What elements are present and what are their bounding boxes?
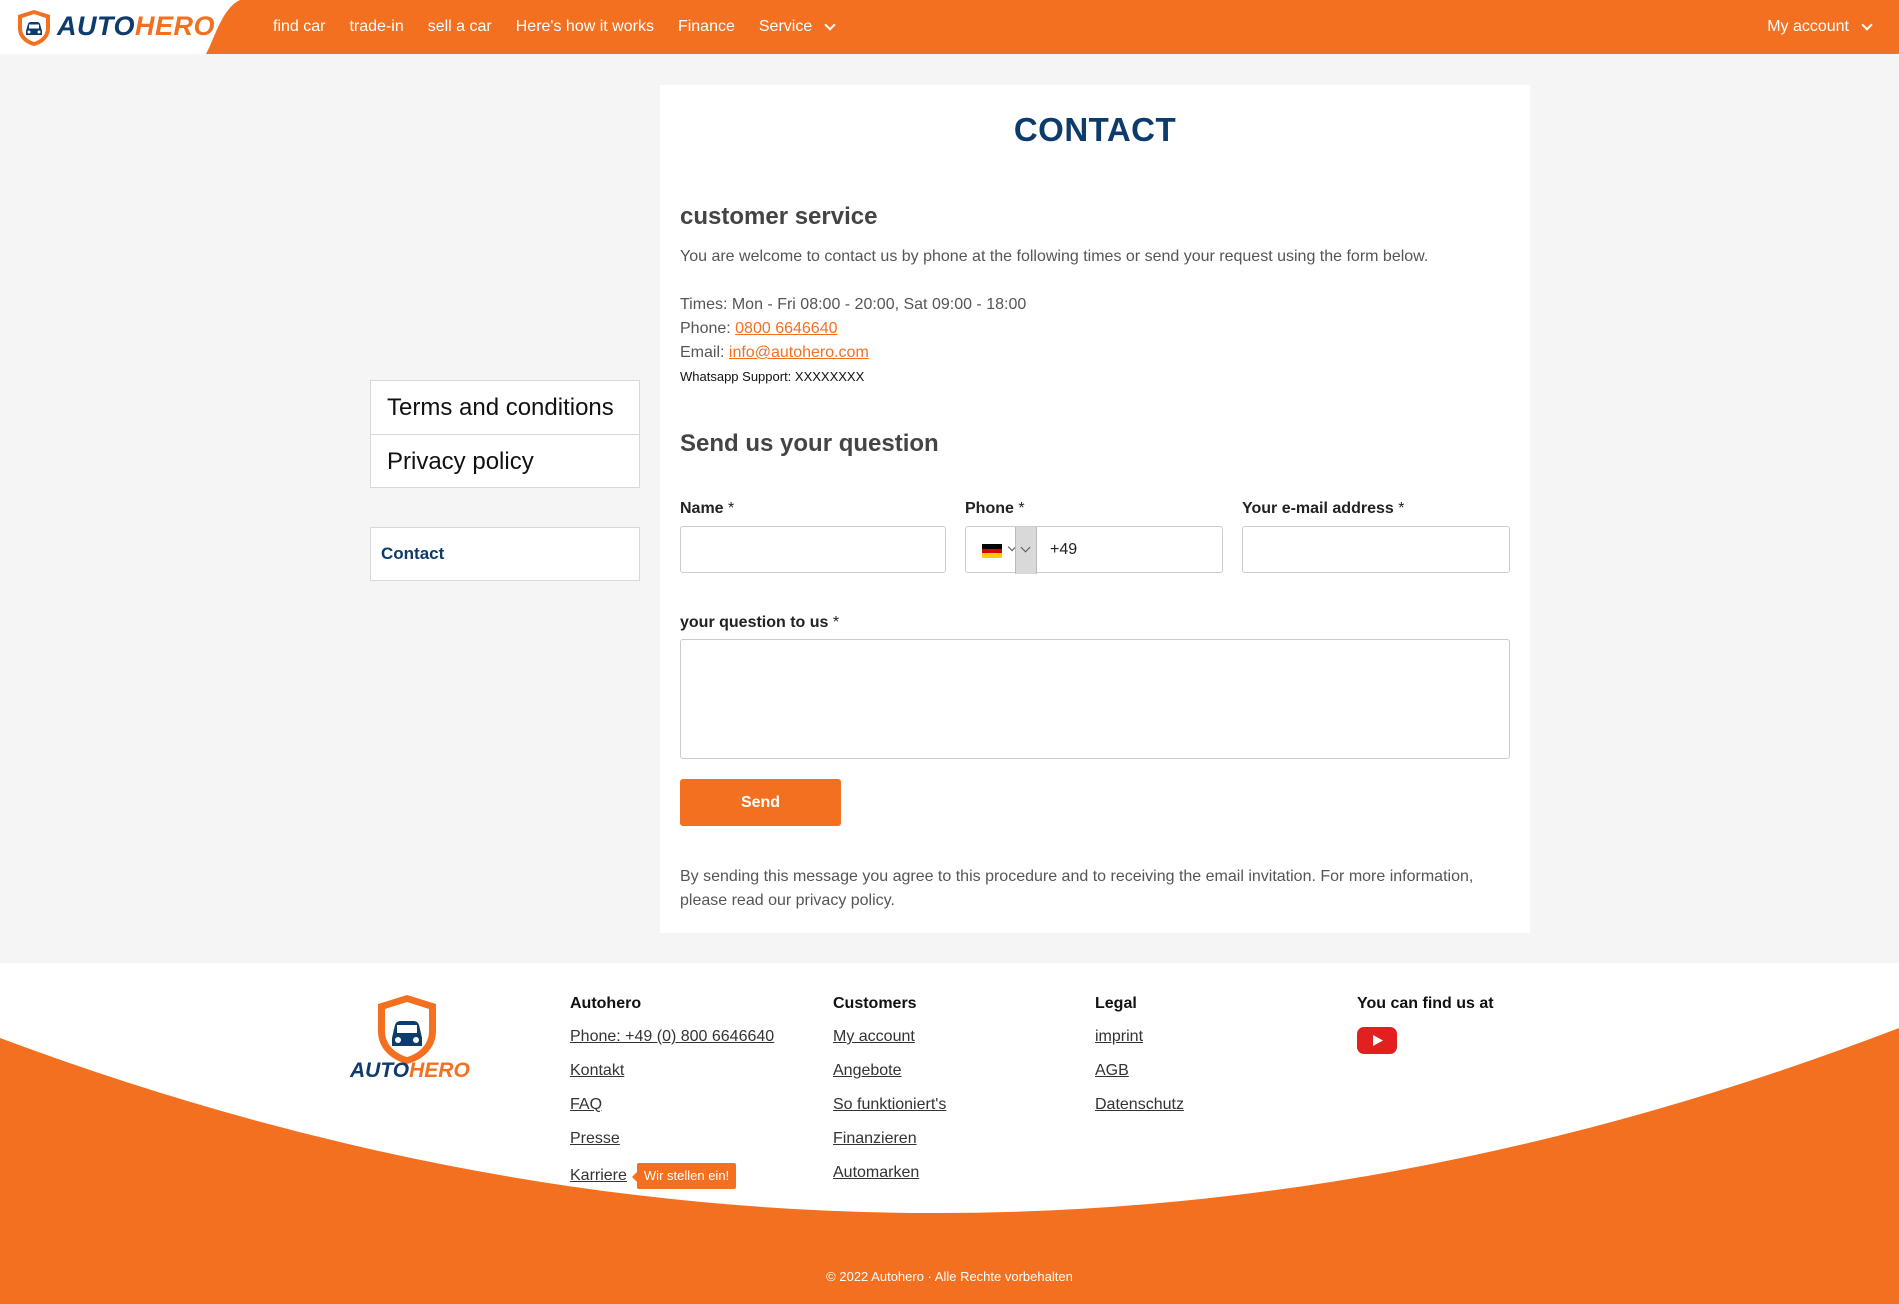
question-textarea[interactable] [680, 639, 1510, 759]
footer-link-faq[interactable]: FAQ [570, 1095, 774, 1115]
youtube-icon[interactable] [1357, 1027, 1397, 1054]
footer-link-presse[interactable]: Presse [570, 1129, 774, 1149]
contact-card: CONTACT customer service You are welcome… [660, 85, 1530, 933]
footer-brand-part1: AUTO [350, 1059, 410, 1082]
email-label: Your e-mail address * [1242, 500, 1404, 518]
footer-link-imprint[interactable]: imprint [1095, 1027, 1184, 1047]
nav-service-dropdown[interactable]: Service [758, 18, 836, 36]
my-account-label: My account [1767, 18, 1849, 35]
nav-service-label: Service [758, 18, 813, 35]
required-mark: * [1018, 500, 1025, 517]
brand-logo[interactable]: AUTOHERO [0, 0, 240, 54]
footer-col-social: You can find us at [1357, 995, 1494, 1054]
contact-nav-link[interactable]: Contact [371, 528, 639, 580]
footer-heading-customers: Customers [833, 995, 917, 1012]
email-prefix: Email: [680, 344, 729, 361]
service-times: Times: Mon - Fri 08:00 - 20:00, Sat 09:0… [680, 296, 1027, 313]
hiring-badge[interactable]: Wir stellen ein! [631, 1163, 737, 1189]
footer-link-agb[interactable]: AGB [1095, 1061, 1184, 1081]
email-link[interactable]: info@autohero.com [729, 344, 869, 361]
form-heading: Send us your question [680, 430, 939, 457]
customer-service-heading: customer service [680, 203, 878, 230]
phone-prefix: Phone: [680, 320, 736, 337]
copyright-text: © 2022 Autohero · Alle Rechte vorbehalte… [826, 1269, 1073, 1284]
top-navigation-bar: AUTOHERO find car trade-in sell a car He… [0, 0, 1899, 54]
footer-heading-legal: Legal [1095, 995, 1137, 1012]
name-label-text: Name [680, 500, 724, 517]
footer-link-karriere[interactable]: Karriere [570, 1166, 627, 1186]
country-code-dropdown[interactable] [1015, 527, 1037, 574]
chevron-down-icon [1861, 19, 1873, 31]
phone-line: Phone: 0800 6646640 [680, 320, 837, 338]
footer-link-automarken[interactable]: Automarken [833, 1163, 946, 1183]
my-account-dropdown[interactable]: My account [1767, 0, 1873, 54]
brand-wordmark: AUTOHERO [57, 10, 215, 42]
email-field[interactable] [1242, 526, 1510, 573]
phone-field[interactable] [1038, 527, 1222, 572]
legal-links-box: Terms and conditions Privacy policy [370, 380, 640, 488]
footer-col-customers: Customers My account Angebote So funktio… [833, 995, 946, 1197]
phone-label-text: Phone [965, 500, 1014, 517]
nav-finance[interactable]: Finance [678, 18, 735, 36]
footer-career-row: Karriere Wir stellen ein! [570, 1163, 774, 1189]
footer-link-phone[interactable]: Phone: +49 (0) 800 6646640 [570, 1027, 774, 1047]
intro-text: You are welcome to contact us by phone a… [680, 248, 1429, 265]
footer-brand-part2: HERO [409, 1059, 470, 1082]
nav-trade-in[interactable]: trade-in [349, 18, 403, 36]
footer-heading-autohero: Autohero [570, 995, 642, 1012]
footer-heading-social: You can find us at [1357, 995, 1494, 1012]
footer: AUTOHERO Autohero Phone: +49 (0) 800 664… [0, 963, 1899, 1304]
whatsapp-support: Whatsapp Support: XXXXXXXX [680, 369, 865, 384]
phone-label: Phone * [965, 500, 1025, 518]
car-shield-icon [18, 10, 50, 46]
footer-link-kontakt[interactable]: Kontakt [570, 1061, 774, 1081]
footer-link-datenschutz[interactable]: Datenschutz [1095, 1095, 1184, 1115]
name-field[interactable] [680, 526, 946, 573]
name-label: Name * [680, 500, 734, 518]
send-button[interactable]: Send [680, 779, 841, 826]
email-line: Email: info@autohero.com [680, 344, 869, 362]
footer-link-angebote[interactable]: Angebote [833, 1061, 946, 1081]
required-mark: * [728, 500, 735, 517]
footer-col-autohero: Autohero Phone: +49 (0) 800 6646640 Kont… [570, 995, 774, 1189]
brand-wordmark-part2: HERO [135, 11, 216, 41]
question-label: your question to us * [680, 614, 839, 632]
phone-field-group [965, 526, 1223, 574]
nav-sell-a-car[interactable]: sell a car [428, 18, 492, 36]
page-title: CONTACT [1013, 111, 1177, 148]
privacy-policy-link[interactable]: Privacy policy [371, 434, 639, 487]
brand-wordmark-part1: AUTO [57, 11, 136, 41]
chevron-down-icon [824, 19, 836, 31]
phone-link[interactable]: 0800 6646640 [735, 320, 837, 337]
germany-flag-icon[interactable] [982, 544, 1002, 558]
footer-link-my-account[interactable]: My account [833, 1027, 946, 1047]
email-label-text: Your e-mail address [1242, 500, 1394, 517]
footer-orange-wave [0, 1028, 1899, 1304]
nav-find-car[interactable]: find car [273, 18, 325, 36]
footer-col-legal: Legal imprint AGB Datenschutz [1095, 995, 1184, 1129]
main-nav: find car trade-in sell a car Here's how … [273, 0, 858, 54]
required-mark: * [832, 614, 840, 631]
contact-nav-box: Contact [370, 527, 640, 581]
required-mark: * [1398, 500, 1405, 517]
footer-brand-wordmark: AUTOHERO [350, 1059, 470, 1083]
chevron-down-icon [1020, 542, 1031, 553]
question-label-text: your question to us [680, 614, 829, 631]
footer-link-finanzieren[interactable]: Finanzieren [833, 1129, 946, 1149]
terms-and-conditions-link[interactable]: Terms and conditions [371, 381, 639, 434]
consent-text: By sending this message you agree to thi… [680, 868, 1474, 909]
footer-link-so-funktionierts[interactable]: So funktioniert's [833, 1095, 946, 1115]
nav-how-it-works[interactable]: Here's how it works [516, 18, 654, 36]
